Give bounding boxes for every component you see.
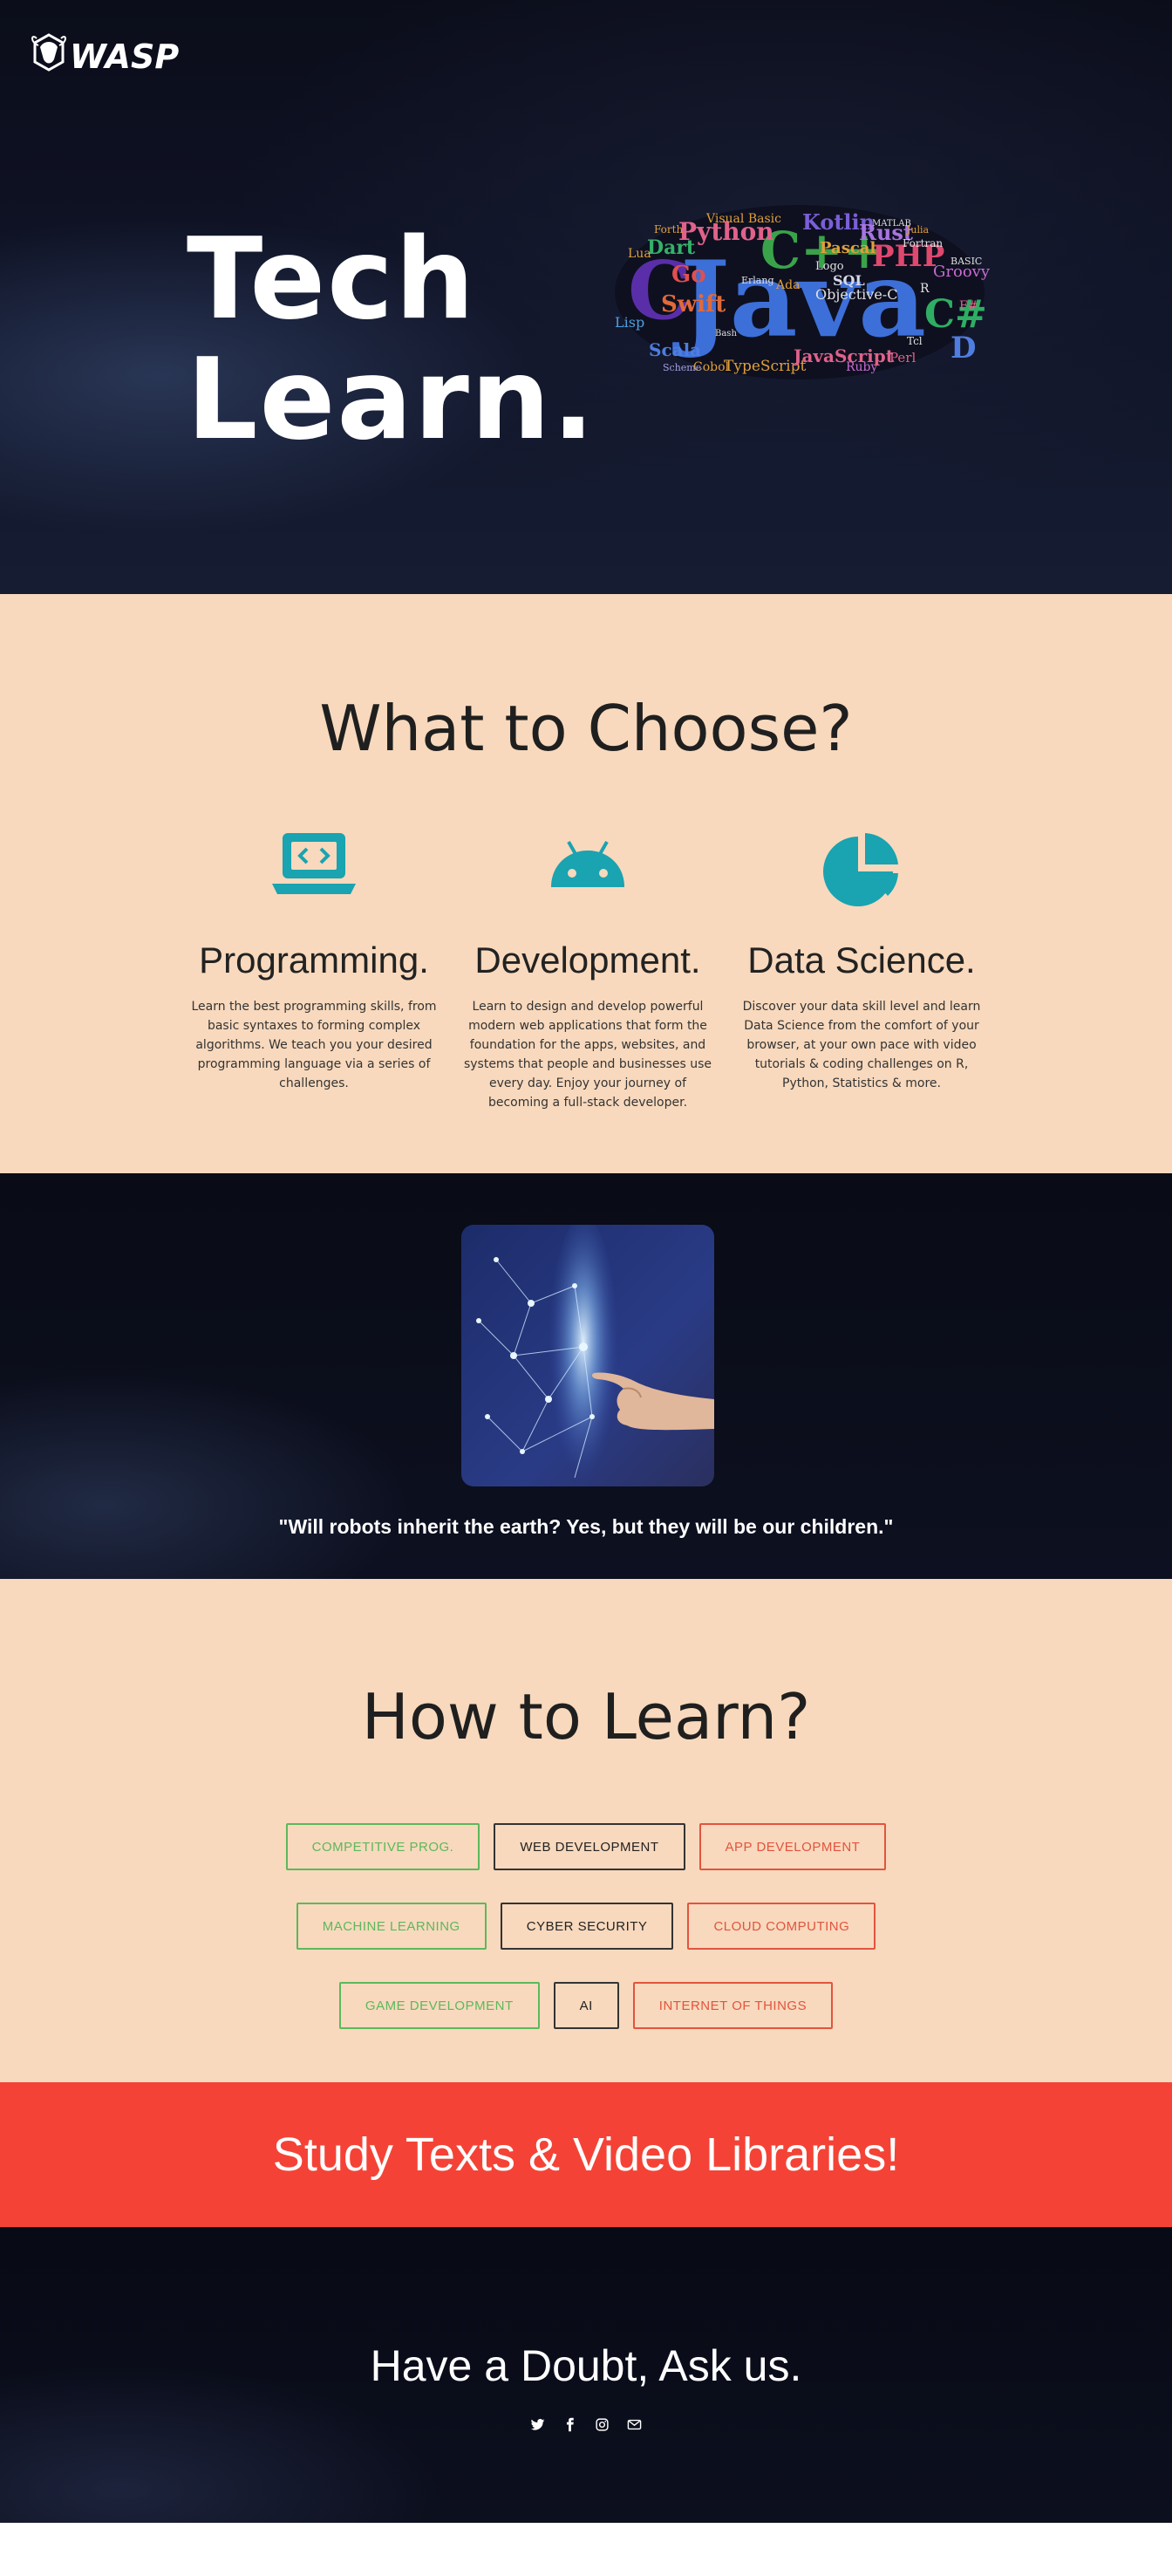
wc-w30: Ada bbox=[775, 278, 800, 292]
hero-title-line2: Learn. bbox=[187, 335, 596, 465]
competitive-prog-button[interactable]: COMPETITIVE PROG. bbox=[285, 1823, 480, 1870]
wasp-logo-icon: WASP bbox=[31, 33, 179, 76]
feature-programming: Programming. Learn the best programming … bbox=[183, 830, 445, 1093]
wc-w17: Objective-C bbox=[815, 286, 897, 303]
ai-button[interactable]: AI bbox=[553, 1982, 619, 2029]
app-development-button[interactable]: APP DEVELOPMENT bbox=[698, 1823, 887, 1870]
banner-text: Study Texts & Video Libraries! bbox=[272, 2128, 900, 2181]
twitter-icon[interactable] bbox=[530, 2417, 545, 2432]
feature-text: Learn the best programming skills, from … bbox=[191, 1000, 437, 1090]
what-to-choose-section: What to Choose? Programming. Learn the b… bbox=[0, 594, 1172, 1173]
quote-section: "Will robots inherit the earth? Yes, but… bbox=[0, 1173, 1172, 1579]
instagram-icon[interactable] bbox=[595, 2417, 610, 2432]
hero-title: Tech Learn. bbox=[187, 220, 640, 461]
robot-hand-image bbox=[461, 1225, 714, 1486]
footer-heading: Have a Doubt, Ask us. bbox=[370, 2341, 802, 2390]
hero-section: WASP Tech Learn. Java C C++ C# Python PH… bbox=[0, 0, 1172, 594]
pie-chart-icon bbox=[814, 830, 910, 913]
email-icon[interactable] bbox=[627, 2417, 642, 2432]
study-libraries-banner[interactable]: Study Texts & Video Libraries! bbox=[0, 2082, 1172, 2227]
wc-w33: F# bbox=[959, 299, 978, 313]
feature-title: Development. bbox=[474, 940, 701, 981]
wc-w23: Visual Basic bbox=[705, 212, 781, 226]
quote-text: "Will robots inherit the earth? Yes, but… bbox=[278, 1515, 894, 1538]
choose-heading: What to Choose? bbox=[319, 692, 853, 765]
learn-button-row-1: COMPETITIVE PROG. WEB DEVELOPMENT APP DE… bbox=[0, 1823, 1172, 1870]
social-links bbox=[0, 2417, 1172, 2432]
game-development-button[interactable]: GAME DEVELOPMENT bbox=[338, 1982, 540, 2029]
site-logo[interactable]: WASP bbox=[24, 26, 208, 80]
web-development-button[interactable]: WEB DEVELOPMENT bbox=[494, 1823, 685, 1870]
wc-w36: Bash bbox=[715, 329, 737, 338]
machine-learning-button[interactable]: MACHINE LEARNING bbox=[296, 1903, 487, 1950]
feature-data-science: Data Science. Discover your data skill l… bbox=[731, 830, 992, 1093]
programming-languages-wordcloud: Java C C++ C# Python PHP Kotlin Rust Swi… bbox=[615, 205, 990, 379]
wc-w28: D bbox=[951, 331, 976, 366]
android-icon bbox=[540, 830, 636, 913]
wc-w26: Erlang bbox=[741, 275, 774, 286]
laptop-code-icon bbox=[266, 830, 362, 913]
wc-w8: Go bbox=[671, 262, 706, 288]
wc-w27: Logo bbox=[815, 260, 844, 273]
wc-w19: JavaScript bbox=[792, 345, 895, 366]
wc-w32: BASIC bbox=[951, 256, 982, 267]
footer-section: Have a Doubt, Ask us. bbox=[0, 2227, 1172, 2523]
wc-w9: Dart bbox=[647, 236, 696, 259]
feature-text: Learn to design and develop powerful mod… bbox=[463, 1000, 712, 1110]
logo-wordmark: WASP bbox=[70, 38, 179, 76]
wc-w21: Scheme bbox=[663, 362, 701, 373]
wc-w10: Scala bbox=[649, 339, 701, 360]
internet-of-things-button[interactable]: INTERNET OF THINGS bbox=[632, 1982, 834, 2029]
hero-title-line1: Tech bbox=[187, 215, 477, 345]
wc-w34: MATLAB bbox=[872, 219, 911, 229]
learn-button-row-2: MACHINE LEARNING CYBER SECURITY CLOUD CO… bbox=[0, 1903, 1172, 1950]
learn-button-row-3: GAME DEVELOPMENT AI INTERNET OF THINGS bbox=[0, 1982, 1172, 2029]
feature-development: Development. Learn to design and develop… bbox=[457, 830, 719, 1112]
wc-w14: Lisp bbox=[615, 314, 644, 331]
wc-w31: Forth bbox=[654, 223, 683, 236]
feature-title: Data Science. bbox=[747, 940, 976, 981]
wc-w35: R bbox=[920, 282, 930, 296]
wc-w29: Tcl bbox=[907, 335, 923, 347]
feature-title: Programming. bbox=[199, 940, 429, 981]
cloud-computing-button[interactable]: CLOUD COMPUTING bbox=[687, 1903, 876, 1950]
learn-heading: How to Learn? bbox=[361, 1680, 811, 1753]
wc-w7: Swift bbox=[661, 291, 726, 318]
wc-w13: Lua bbox=[628, 247, 651, 261]
how-to-learn-section: How to Learn? COMPETITIVE PROG. WEB DEVE… bbox=[0, 1579, 1172, 2082]
wc-w24: Fortran bbox=[903, 237, 943, 249]
wc-w16: Pascal bbox=[820, 239, 876, 257]
feature-text: Discover your data skill level and learn… bbox=[742, 1000, 981, 1090]
cyber-security-button[interactable]: CYBER SECURITY bbox=[500, 1903, 674, 1950]
facebook-icon[interactable] bbox=[562, 2417, 577, 2432]
